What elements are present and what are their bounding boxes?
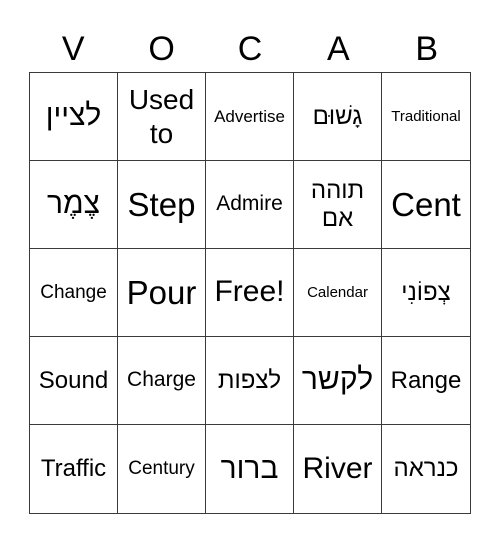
bingo-cell[interactable]: כנראה — [382, 425, 470, 513]
bingo-cell-text: Used to — [128, 83, 195, 149]
bingo-cell-text: Calendar — [307, 283, 368, 301]
bingo-cell-text: גָשׁוּם — [312, 102, 363, 130]
bingo-cell-text: Pour — [126, 273, 197, 311]
bingo-cell-text: Advertise — [214, 106, 285, 126]
bingo-cell[interactable]: Century — [118, 425, 206, 513]
bingo-cell-text: ברור — [220, 451, 279, 485]
header-letter-c: C — [237, 30, 263, 68]
bingo-cell[interactable]: Charge — [118, 337, 206, 425]
bingo-cell[interactable]: Traffic — [30, 425, 118, 513]
bingo-cell[interactable]: Admire — [206, 161, 294, 249]
bingo-grid: לציין Used to Advertise גָשׁוּם Traditional צ… — [29, 72, 471, 514]
bingo-cell[interactable]: לציין — [30, 73, 118, 161]
bingo-cell[interactable]: Cent — [382, 161, 470, 249]
bingo-cell-text: Traffic — [40, 455, 107, 483]
bingo-cell[interactable]: צֶמֶר — [30, 161, 118, 249]
bingo-cell[interactable]: Used to — [118, 73, 206, 161]
header-letter-o: O — [148, 30, 175, 68]
bingo-cell-free[interactable]: Free! — [206, 249, 294, 337]
bingo-cell-text: Charge — [127, 368, 196, 392]
bingo-cell-text: Century — [128, 458, 195, 480]
bingo-cell-text: Range — [390, 366, 462, 394]
bingo-cell[interactable]: Sound — [30, 337, 118, 425]
bingo-cell-text: כנראה — [393, 455, 459, 483]
bingo-cell[interactable]: Calendar — [294, 249, 382, 337]
bingo-cell[interactable]: Traditional — [382, 73, 470, 161]
bingo-cell-text: לקשר — [301, 363, 374, 397]
header-letter-b: B — [415, 30, 439, 68]
bingo-cell-text: Free! — [214, 275, 285, 309]
bingo-cell-text: Cent — [391, 185, 461, 223]
bingo-cell-text: לצפות — [217, 366, 282, 394]
bingo-cell-text: צְפוֹנִי — [401, 278, 451, 306]
bingo-cell-text: Change — [40, 281, 107, 303]
bingo-header: V O C A B — [29, 26, 471, 72]
bingo-cell[interactable]: Change — [30, 249, 118, 337]
bingo-cell[interactable]: גָשׁוּם — [294, 73, 382, 161]
bingo-cell[interactable]: צְפוֹנִי — [382, 249, 470, 337]
bingo-cell-text: Admire — [216, 192, 283, 216]
bingo-cell[interactable]: לקשר — [294, 337, 382, 425]
header-letter-a: A — [327, 30, 350, 68]
bingo-cell[interactable]: Step — [118, 161, 206, 249]
bingo-cell[interactable]: Pour — [118, 249, 206, 337]
bingo-cell-text: Sound — [38, 366, 109, 394]
bingo-cell-text: תוהה אם — [310, 176, 365, 232]
bingo-cell[interactable]: תוהה אם — [294, 161, 382, 249]
bingo-cell-text: Traditional — [391, 107, 461, 125]
bingo-cell-text: River — [302, 451, 373, 485]
bingo-cell[interactable]: ברור — [206, 425, 294, 513]
bingo-cell[interactable]: לצפות — [206, 337, 294, 425]
bingo-cell[interactable]: River — [294, 425, 382, 513]
header-letter-v: V — [61, 30, 85, 68]
bingo-cell[interactable]: Range — [382, 337, 470, 425]
bingo-cell-text: צֶמֶר — [47, 187, 100, 221]
bingo-cell-text: Step — [127, 185, 196, 223]
bingo-cell[interactable]: Advertise — [206, 73, 294, 161]
bingo-cell-text: לציין — [45, 99, 102, 133]
